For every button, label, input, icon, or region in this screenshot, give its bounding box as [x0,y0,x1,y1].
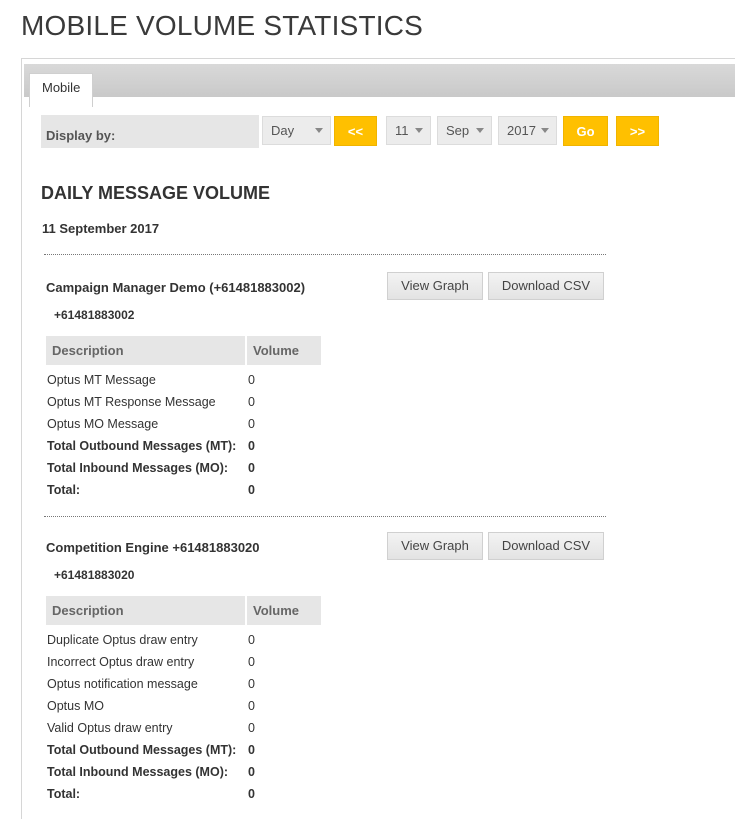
row-description: Valid Optus draw entry [47,721,173,735]
row-description: Optus notification message [47,677,198,691]
section-date: 11 September 2017 [42,221,160,236]
divider [44,254,606,255]
column-header-volume: Volume [247,596,323,625]
row-description: Duplicate Optus draw entry [47,633,198,647]
total-row: Total Outbound Messages (MT): 0 [46,435,323,457]
table-row: Valid Optus draw entry 0 [46,717,323,739]
total-description: Total Inbound Messages (MO): [47,461,229,475]
row-volume: 0 [248,655,255,669]
month-select-value: Sep [446,123,470,138]
chevron-down-icon [315,128,323,133]
period-select-value: Day [271,123,295,138]
total-volume: 0 [248,787,255,801]
display-by-label: Display by: [41,115,259,148]
table-row: Optus MT Message 0 [46,365,323,391]
volume-table: Description Volume Optus MT Message 0 Op… [46,336,323,501]
block-title: Competition Engine +61481883020 [46,540,260,555]
total-description: Total Outbound Messages (MT): [47,743,237,757]
section-title: DAILY MESSAGE VOLUME [41,183,271,203]
chevron-down-icon [476,128,484,133]
download-csv-button[interactable]: Download CSV [488,532,604,560]
period-select[interactable]: Day [262,116,331,145]
row-volume: 0 [248,395,255,409]
row-volume: 0 [248,417,255,431]
chevron-down-icon [541,128,549,133]
total-volume: 0 [248,483,255,497]
table-row: Optus MO Message 0 [46,413,323,435]
year-select-value: 2017 [507,123,536,138]
row-description: Optus MO [47,699,104,713]
next-button[interactable]: >> [616,116,659,146]
tab-mobile[interactable]: Mobile [29,73,94,107]
total-description: Total: [47,483,81,497]
total-volume: 0 [248,461,255,475]
view-graph-button[interactable]: View Graph [387,272,483,300]
row-volume: 0 [248,373,255,387]
block-number: +61481883020 [54,568,135,582]
table-row: Optus notification message 0 [46,673,323,695]
table-row: Optus MT Response Message 0 [46,391,323,413]
volume-table: Description Volume Duplicate Optus draw … [46,596,323,805]
table-row: Duplicate Optus draw entry 0 [46,625,323,651]
row-description: Optus MO Message [47,417,159,431]
row-description: Optus MT Response Message [47,395,216,409]
month-select[interactable]: Sep [437,116,492,145]
column-header-description: Description [46,596,247,625]
download-csv-button[interactable]: Download CSV [488,272,604,300]
main-panel: Mobile Display by: Day << 11 Sep 2017 Go… [21,58,735,819]
chevron-down-icon [415,128,423,133]
page-title: MOBILE VOLUME STATISTICS [21,10,424,41]
table-row: Optus MO 0 [46,695,323,717]
row-volume: 0 [248,677,255,691]
tab-bar: Mobile [24,64,735,107]
view-graph-button[interactable]: View Graph [387,532,483,560]
block-number: +61481883002 [54,308,135,322]
prev-button[interactable]: << [334,116,377,146]
column-header-description: Description [46,336,247,365]
go-button[interactable]: Go [563,116,608,146]
total-volume: 0 [248,439,255,453]
total-description: Total: [47,787,81,801]
row-volume: 0 [248,633,255,647]
total-volume: 0 [248,743,255,757]
total-row: Total Inbound Messages (MO): 0 [46,761,323,783]
day-select[interactable]: 11 [386,116,431,145]
total-row: Total Outbound Messages (MT): 0 [46,739,323,761]
block-title: Campaign Manager Demo (+61481883002) [46,280,306,295]
row-volume: 0 [248,699,255,713]
divider [44,516,606,517]
year-select[interactable]: 2017 [498,116,557,145]
row-volume: 0 [248,721,255,735]
table-row: Incorrect Optus draw entry 0 [46,651,323,673]
total-row: Total Inbound Messages (MO): 0 [46,457,323,479]
row-description: Incorrect Optus draw entry [47,655,195,669]
total-row: Total: 0 [46,783,323,805]
total-description: Total Outbound Messages (MT): [47,439,237,453]
day-select-value: 11 [395,123,409,138]
total-volume: 0 [248,765,255,779]
row-description: Optus MT Message [47,373,156,387]
total-description: Total Inbound Messages (MO): [47,765,229,779]
total-row: Total: 0 [46,479,323,501]
column-header-volume: Volume [247,336,323,365]
